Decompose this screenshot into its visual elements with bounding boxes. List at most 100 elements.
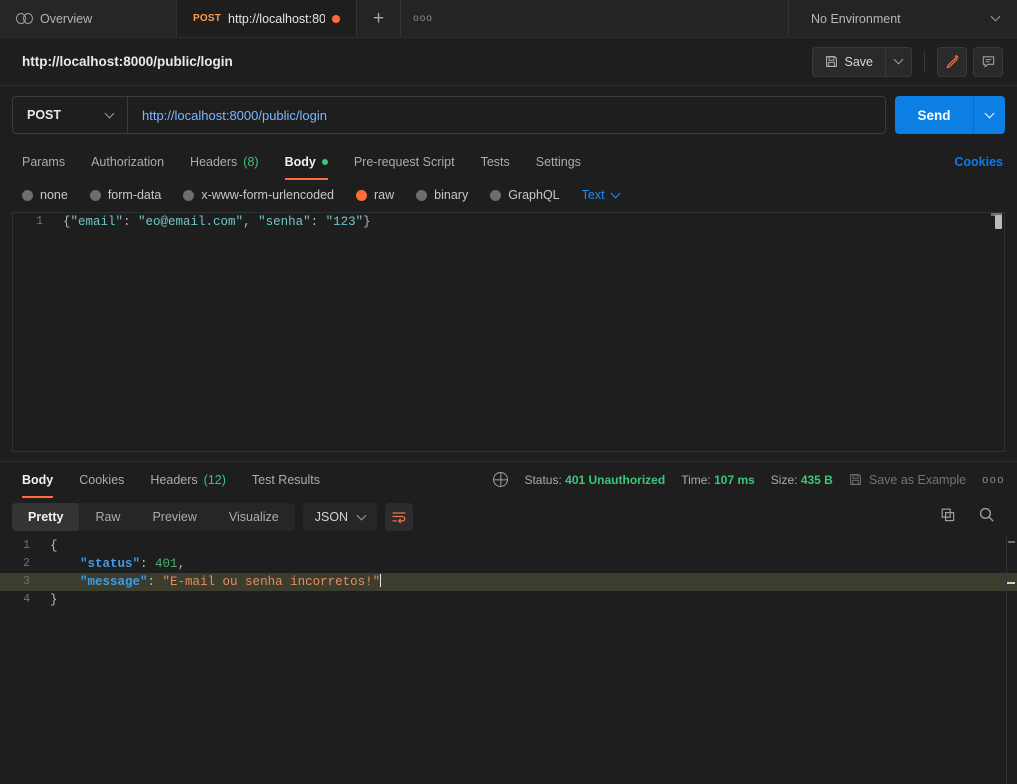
edit-request-button[interactable] (937, 46, 967, 77)
response-tab-headers[interactable]: Headers (12) (150, 462, 225, 498)
response-view-preview[interactable]: Preview (136, 503, 212, 531)
body-type-options: none form-data x-www-form-urlencoded raw… (0, 180, 1017, 210)
request-body-editor[interactable]: 1 {"email": "eo@email.com", "senha": "123… (12, 212, 1005, 452)
response-stats: Status: 401 Unauthorized Time: 107 ms Si… (493, 472, 1005, 487)
radio-icon (22, 189, 33, 201)
tab-request-active[interactable]: POST http://localhost:8000/ (177, 0, 357, 37)
code-text[interactable]: {"email": "eo@email.com", "senha": "123"… (55, 213, 1004, 231)
new-tab-button[interactable]: + (357, 0, 401, 37)
code-token: : (123, 215, 139, 229)
time-group: Time: 107 ms (681, 473, 755, 487)
environment-selector[interactable]: No Environment (789, 0, 1017, 37)
time-value: 107 ms (714, 472, 755, 487)
scrollbar-thumb[interactable] (995, 215, 1002, 229)
response-view-visualize[interactable]: Visualize (213, 503, 295, 531)
response-format-select[interactable]: JSON (302, 503, 378, 531)
chevron-down-icon (610, 188, 621, 198)
tab-overview[interactable]: Overview (0, 0, 177, 37)
environment-label: No Environment (811, 11, 901, 26)
send-options-button[interactable] (973, 96, 1005, 134)
save-as-example-label: Save as Example (868, 472, 967, 487)
code-token: : (147, 575, 163, 589)
tab-headers-label: Headers (190, 155, 238, 169)
globe-icon (493, 472, 509, 487)
http-method-select[interactable]: POST (13, 97, 128, 133)
wrap-text-button[interactable] (385, 503, 414, 531)
cookies-link-label: Cookies (954, 155, 1003, 169)
body-format-value: Text (581, 188, 605, 202)
url-input[interactable]: http://localhost:8000/public/login (128, 97, 885, 133)
radio-icon (416, 189, 428, 201)
tab-settings[interactable]: Settings (536, 144, 581, 180)
code-line: 1{ (0, 537, 1017, 555)
tab-tests-label: Tests (480, 155, 510, 169)
response-tab-body-label: Body (22, 472, 54, 487)
chevron-down-icon (356, 510, 367, 520)
body-type-binary-label: binary (434, 188, 469, 202)
save-options-button[interactable] (885, 46, 912, 77)
text-cursor (380, 574, 382, 588)
code-token: } (363, 215, 371, 229)
body-modified-dot (321, 159, 328, 165)
tab-body[interactable]: Body (284, 144, 329, 180)
chevron-down-icon (104, 108, 115, 118)
response-tab-cookies-label: Cookies (79, 472, 125, 487)
tab-settings-label: Settings (535, 155, 581, 169)
response-more-options-button[interactable]: ooo (982, 474, 1005, 486)
body-type-graphql-label: GraphQL (508, 188, 560, 202)
body-type-urlencoded[interactable]: x-www-form-urlencoded (183, 188, 334, 202)
save-as-example-button[interactable]: Save as Example (849, 473, 966, 487)
tab-authorization[interactable]: Authorization (91, 144, 164, 180)
response-body-code[interactable]: 1{2 "status": 401, 3 "message": "E-mail o… (0, 537, 1017, 609)
body-type-none[interactable]: none (22, 188, 68, 202)
request-tabs: Params Authorization Headers (8) Body Pr… (0, 144, 1017, 180)
save-button[interactable]: Save (811, 46, 885, 77)
tab-pre-request-script[interactable]: Pre-request Script (354, 144, 455, 180)
copy-response-button[interactable] (940, 507, 956, 528)
body-type-raw[interactable]: raw (356, 188, 394, 202)
code-token: { (50, 539, 58, 553)
response-view-pretty[interactable]: Pretty (12, 503, 80, 531)
response-body-panel[interactable]: 1{2 "status": 401, 3 "message": "E-mail o… (0, 537, 1017, 784)
tab-tests[interactable]: Tests (481, 144, 510, 180)
tab-more-options-button[interactable]: ooo (401, 0, 445, 37)
send-button[interactable]: Send (895, 96, 973, 134)
code-token: "E-mail ou senha incorretos!" (162, 575, 381, 589)
code-token: "123" (325, 215, 364, 229)
save-button-label: Save (844, 54, 874, 69)
body-type-binary[interactable]: binary (416, 188, 468, 202)
response-tab-test-results-label: Test Results (251, 472, 320, 487)
code-token: "status" (80, 557, 141, 571)
response-tab-body[interactable]: Body (22, 462, 54, 498)
pencil-icon (946, 54, 959, 69)
url-bar: POST http://localhost:8000/public/login … (0, 86, 1017, 144)
response-tab-cookies[interactable]: Cookies (79, 462, 124, 498)
code-text[interactable]: { (42, 537, 1017, 555)
radio-icon (183, 189, 195, 201)
body-format-select[interactable]: Text (581, 188, 621, 202)
body-type-form-data-label: form-data (107, 188, 162, 202)
scrollbar-thumb[interactable] (1008, 541, 1015, 543)
request-body-scrollbar[interactable] (991, 213, 1004, 451)
body-type-graphql[interactable]: GraphQL (490, 188, 560, 202)
search-response-button[interactable] (978, 506, 995, 528)
chevron-down-icon (990, 11, 1001, 22)
code-text[interactable]: "status": 401, (42, 555, 1017, 573)
time-label: Time: (681, 472, 711, 487)
response-tab-test-results[interactable]: Test Results (252, 462, 320, 498)
response-tab-headers-count: (12) (203, 472, 226, 487)
request-body-code[interactable]: 1 {"email": "eo@email.com", "senha": "123… (13, 213, 1004, 231)
tab-headers[interactable]: Headers (8) (190, 144, 259, 180)
tab-params[interactable]: Params (22, 144, 65, 180)
code-text[interactable]: } (42, 591, 1017, 609)
code-line: 1 {"email": "eo@email.com", "senha": "123… (13, 213, 1004, 231)
response-view-raw[interactable]: Raw (79, 503, 136, 531)
floppy-disk-icon (849, 474, 861, 485)
cookies-link[interactable]: Cookies (954, 144, 1003, 180)
status-label: Status: (524, 472, 562, 487)
response-body-scrollbar[interactable] (1006, 537, 1017, 784)
tab-overview-label: Overview (40, 11, 93, 26)
comment-button[interactable] (973, 46, 1003, 77)
code-text[interactable]: "message": "E-mail ou senha incorretos!" (42, 573, 1017, 591)
body-type-form-data[interactable]: form-data (89, 188, 162, 202)
